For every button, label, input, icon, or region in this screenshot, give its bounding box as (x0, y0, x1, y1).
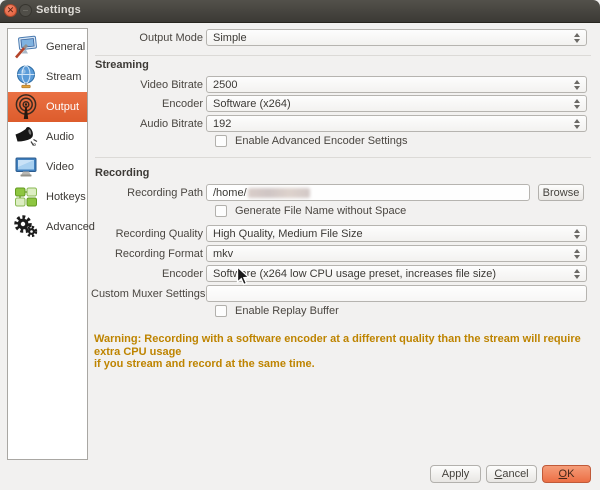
recording-quality-select[interactable]: High Quality, Medium File Size (206, 225, 587, 242)
recording-format-row: Recording Format mkv (91, 245, 587, 262)
close-button[interactable]: ✕ (4, 4, 17, 17)
settings-sidebar: General Stream Output (7, 28, 88, 460)
sidebar-item-audio[interactable]: Audio (8, 122, 87, 152)
spinner-arrows-icon[interactable] (573, 77, 581, 92)
dropdown-arrows-icon[interactable] (573, 266, 581, 281)
advanced-encoder-checkbox-label: Enable Advanced Encoder Settings (235, 135, 407, 147)
dropdown-arrows-icon[interactable] (573, 96, 581, 111)
output-mode-value: Simple (213, 32, 247, 44)
recording-format-select[interactable]: mkv (206, 245, 587, 262)
audio-bitrate-label: Audio Bitrate (91, 118, 206, 130)
sidebar-label-video: Video (46, 161, 74, 173)
video-bitrate-value: 2500 (213, 79, 237, 91)
apply-button[interactable]: Apply (430, 465, 481, 483)
sidebar-label-general: General (46, 41, 85, 53)
section-separator (95, 55, 591, 56)
sidebar-item-hotkeys[interactable]: Hotkeys (8, 182, 87, 212)
sidebar-item-advanced[interactable]: Advanced (8, 212, 87, 242)
output-mode-label: Output Mode (91, 32, 206, 44)
advanced-gears-icon (13, 214, 39, 240)
recording-format-label: Recording Format (91, 248, 206, 260)
browse-button[interactable]: Browse (538, 184, 584, 201)
muxer-settings-row: Custom Muxer Settings (91, 285, 587, 302)
recording-encoder-select[interactable]: Software (x264 low CPU usage preset, inc… (206, 265, 587, 282)
muxer-settings-label: Custom Muxer Settings (91, 288, 206, 300)
video-bitrate-label: Video Bitrate (91, 79, 206, 91)
recording-encoder-row: Encoder Software (x264 low CPU usage pre… (91, 265, 587, 282)
video-bitrate-row: Video Bitrate 2500 (91, 76, 587, 93)
advanced-encoder-checkbox[interactable] (215, 135, 227, 147)
stream-globe-icon (13, 64, 39, 90)
no-space-checkbox-row: Generate File Name without Space (215, 205, 406, 217)
recording-quality-label: Recording Quality (91, 228, 206, 240)
output-broadcast-icon (13, 94, 39, 120)
sidebar-label-advanced: Advanced (46, 221, 95, 233)
output-mode-row: Output Mode Simple (91, 29, 587, 46)
sidebar-item-video[interactable]: Video (8, 152, 87, 182)
dropdown-arrows-icon[interactable] (573, 116, 581, 131)
recording-encoder-value: Software (x264 low CPU usage preset, inc… (213, 268, 496, 280)
dropdown-arrows-icon[interactable] (573, 226, 581, 241)
audio-bitrate-value: 192 (213, 118, 231, 130)
stream-encoder-select[interactable]: Software (x264) (206, 95, 587, 112)
recording-format-value: mkv (213, 248, 233, 260)
recording-quality-row: Recording Quality High Quality, Medium F… (91, 225, 587, 242)
stream-encoder-row: Encoder Software (x264) (91, 95, 587, 112)
recording-heading: Recording (95, 167, 149, 179)
sidebar-label-audio: Audio (46, 131, 74, 143)
redacted-username (248, 188, 310, 198)
stream-encoder-label: Encoder (91, 98, 206, 110)
titlebar: ✕ Settings (0, 0, 600, 23)
ok-button[interactable]: OK (542, 465, 591, 483)
replay-buffer-checkbox[interactable] (215, 305, 227, 317)
recording-path-value: /home/ (213, 187, 247, 199)
recording-path-input[interactable]: /home/ (206, 184, 530, 201)
hotkeys-keyboard-icon (13, 184, 39, 210)
dropdown-arrows-icon[interactable] (573, 30, 581, 45)
recording-encoder-label: Encoder (91, 268, 206, 280)
audio-bitrate-select[interactable]: 192 (206, 115, 587, 132)
warning-line-1: Warning: Recording with a software encod… (94, 333, 586, 358)
audio-bitrate-row: Audio Bitrate 192 (91, 115, 587, 132)
no-space-checkbox[interactable] (215, 205, 227, 217)
sidebar-item-general[interactable]: General (8, 32, 87, 62)
window-title: Settings (36, 4, 81, 16)
recording-quality-value: High Quality, Medium File Size (213, 228, 363, 240)
muxer-settings-input[interactable] (206, 285, 587, 302)
sidebar-item-output[interactable]: Output (8, 92, 87, 122)
cancel-button[interactable]: Cancel (486, 465, 537, 483)
recording-path-label: Recording Path (91, 187, 206, 199)
general-settings-icon (13, 34, 39, 60)
encoder-warning-text: Warning: Recording with a software encod… (94, 333, 586, 371)
video-display-icon (13, 154, 39, 180)
recording-path-row: Recording Path /home/ (91, 184, 530, 201)
no-space-checkbox-label: Generate File Name without Space (235, 205, 406, 217)
minimize-button[interactable] (19, 4, 32, 17)
settings-window: ✕ Settings General (0, 0, 600, 490)
stream-encoder-value: Software (x264) (213, 98, 291, 110)
section-separator (95, 157, 591, 158)
video-bitrate-spinbox[interactable]: 2500 (206, 76, 587, 93)
sidebar-label-output: Output (46, 101, 79, 113)
warning-line-2: if you stream and record at the same tim… (94, 358, 586, 371)
dropdown-arrows-icon[interactable] (573, 246, 581, 261)
output-mode-select[interactable]: Simple (206, 29, 587, 46)
sidebar-label-hotkeys: Hotkeys (46, 191, 86, 203)
replay-buffer-checkbox-label: Enable Replay Buffer (235, 305, 339, 317)
sidebar-label-stream: Stream (46, 71, 81, 83)
sidebar-item-stream[interactable]: Stream (8, 62, 87, 92)
replay-buffer-checkbox-row: Enable Replay Buffer (215, 305, 339, 317)
audio-speaker-icon (13, 124, 39, 150)
streaming-heading: Streaming (95, 59, 149, 71)
advanced-encoder-checkbox-row: Enable Advanced Encoder Settings (215, 135, 407, 147)
